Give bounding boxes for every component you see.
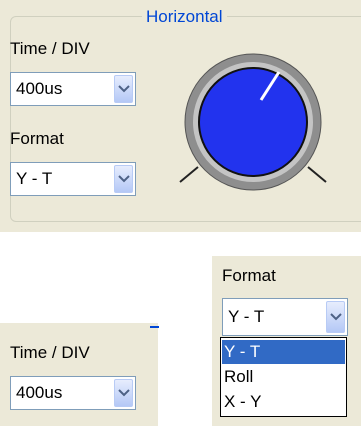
- format-label: Format: [10, 129, 64, 148]
- format-option-y-t[interactable]: Y - T: [222, 340, 345, 364]
- time-div-closeup-label: Time / DIV: [10, 343, 90, 362]
- closeup-edge-line: [150, 326, 159, 328]
- format-select[interactable]: Y - T: [10, 162, 136, 196]
- knob-leg-left: [179, 166, 199, 183]
- time-div-closeup-value: 400us: [16, 383, 63, 402]
- time-div-closeup-select[interactable]: 400us: [10, 376, 136, 410]
- format-dropdown-list: Y - T Roll X - Y: [220, 337, 347, 417]
- time-div-dropdown-button[interactable]: [114, 75, 133, 103]
- time-div-select[interactable]: 400us: [10, 72, 136, 106]
- time-div-closeup-dropdown-button[interactable]: [114, 379, 133, 407]
- horizontal-group-title: Horizontal: [142, 6, 227, 28]
- chevron-down-icon: [118, 175, 130, 183]
- knob-dial: [198, 67, 308, 177]
- format-option-roll[interactable]: Roll: [222, 365, 345, 389]
- knob-leg-right: [307, 166, 327, 183]
- chevron-down-icon: [330, 313, 342, 321]
- format-option-x-y[interactable]: X - Y: [222, 390, 345, 414]
- chevron-down-icon: [118, 85, 130, 93]
- format-value: Y - T: [16, 169, 53, 188]
- format-closeup-dropdown-button[interactable]: [326, 301, 345, 333]
- time-div-label: Time / DIV: [10, 39, 90, 58]
- time-div-knob[interactable]: [168, 42, 338, 192]
- format-dropdown-button[interactable]: [114, 165, 133, 193]
- format-closeup-value: Y - T: [228, 307, 265, 326]
- format-closeup-select[interactable]: Y - T: [222, 298, 348, 336]
- time-div-value: 400us: [16, 79, 63, 98]
- time-div-closeup-panel: [0, 323, 158, 426]
- chevron-down-icon: [118, 389, 130, 397]
- format-closeup-label: Format: [222, 266, 276, 285]
